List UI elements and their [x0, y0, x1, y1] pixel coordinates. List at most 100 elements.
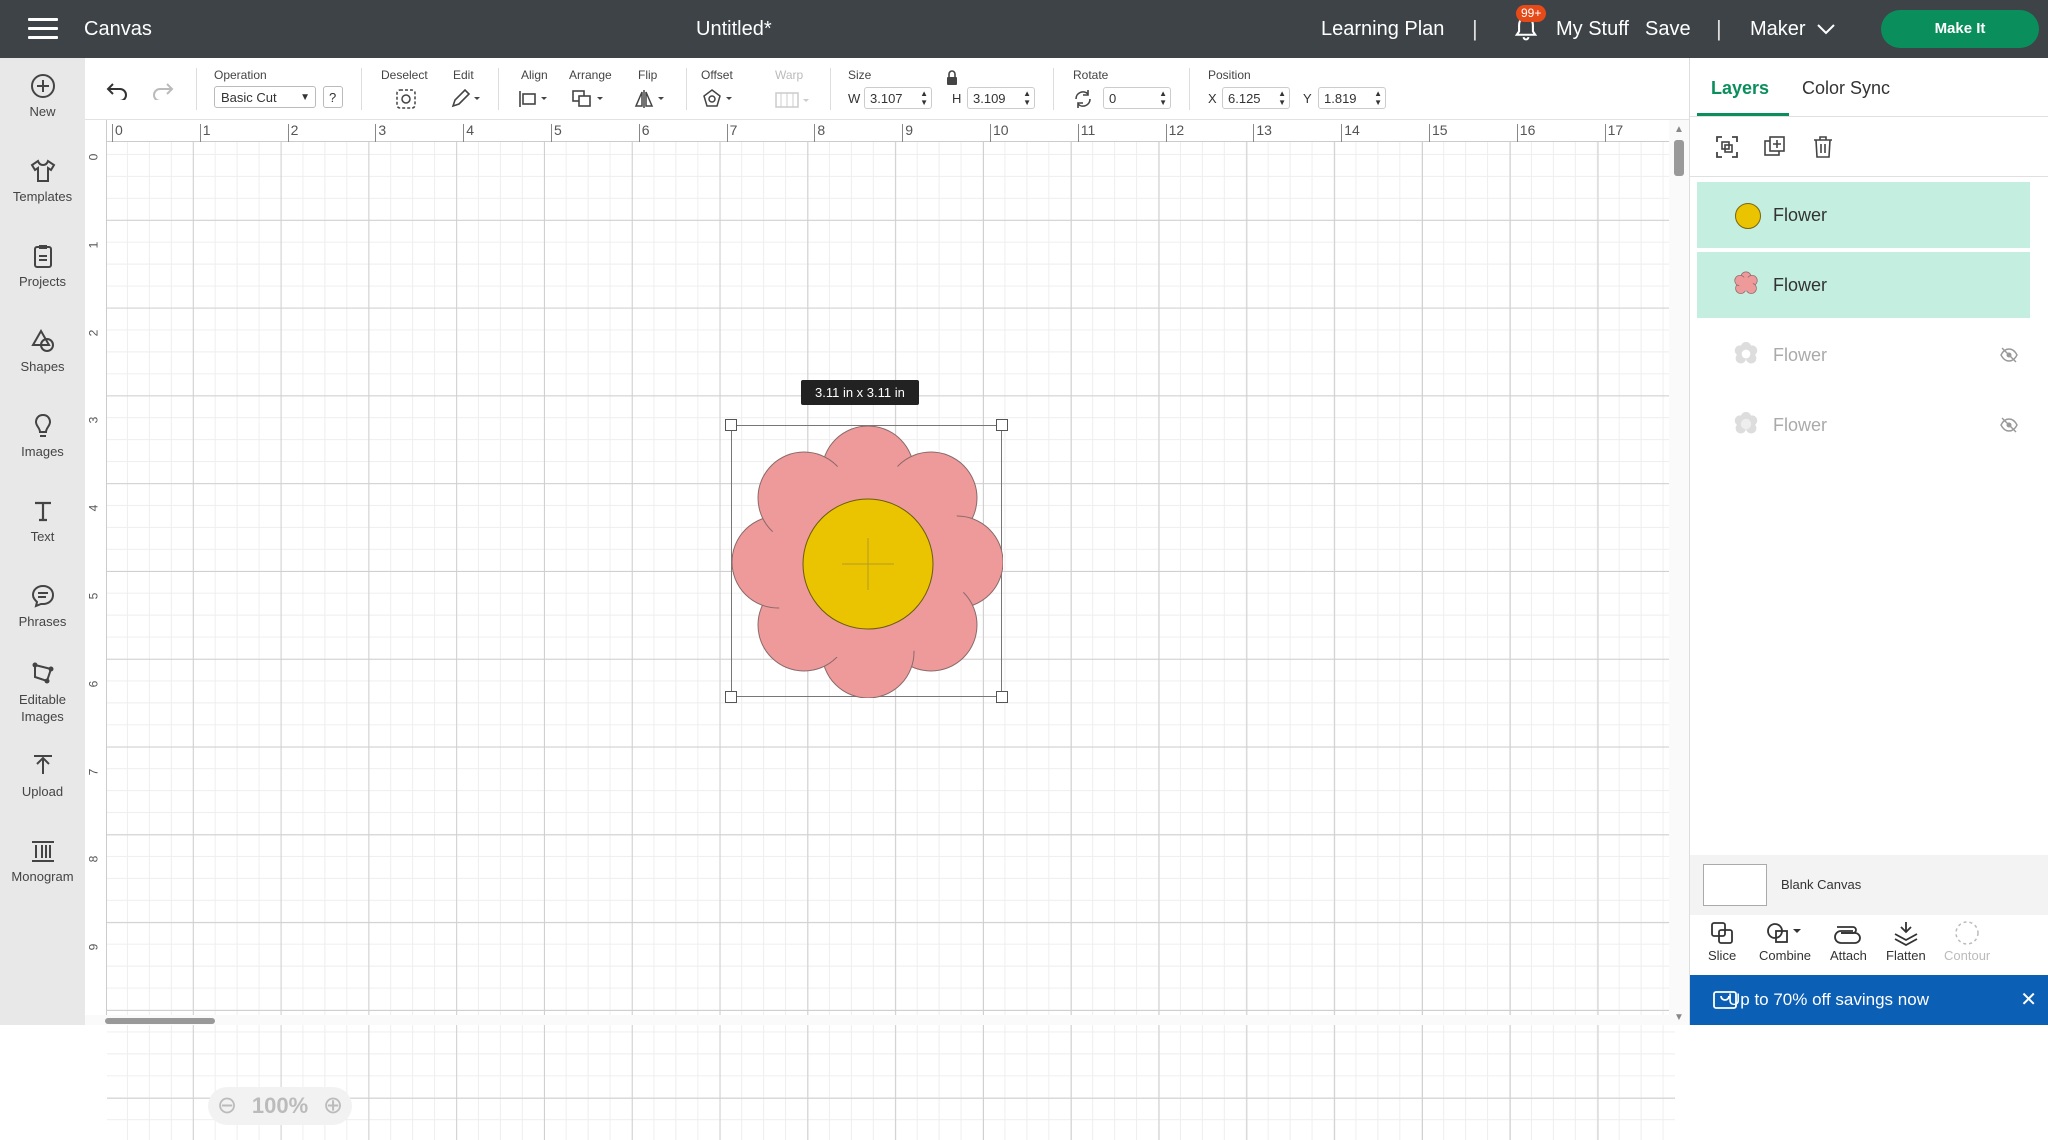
zoom-control[interactable]: ⊖ 100% ⊕ — [208, 1087, 352, 1125]
ruler-tick — [112, 124, 113, 142]
blank-canvas-row[interactable]: Blank Canvas — [1690, 855, 2048, 915]
redo-icon[interactable] — [151, 80, 175, 100]
layer-flower-swatch — [1734, 271, 1758, 294]
sidebar-item-shapes[interactable]: Shapes — [0, 327, 85, 374]
menu-icon[interactable] — [28, 18, 58, 40]
layer-item[interactable]: Flower — [1697, 182, 2030, 248]
sidebar-item-label: Editable Images — [19, 692, 66, 724]
ruler-x-label: 9 — [905, 122, 913, 138]
ruler-y-label: 4 — [86, 504, 101, 512]
rotate-input[interactable]: 0 ▲ ▼ — [1103, 87, 1171, 109]
ruler-x-label: 6 — [641, 122, 650, 138]
layer-item[interactable]: Flower — [1697, 252, 2030, 318]
rotate-icon[interactable] — [1072, 88, 1094, 110]
resize-handle[interactable] — [996, 419, 1008, 431]
ruler-x-label: 0 — [115, 122, 123, 138]
operation-select[interactable]: Basic Cut ▼ — [214, 86, 316, 108]
resize-handle[interactable] — [725, 691, 737, 703]
sidebar-item-templates[interactable]: Templates — [0, 157, 85, 204]
sidebar-item-label: Templates — [12, 189, 73, 204]
sidebar-item-upload[interactable]: Upload — [0, 752, 85, 799]
promo-text: Up to 70% off savings now — [1728, 990, 1929, 1009]
align-label: Align — [521, 68, 548, 82]
monogram-icon — [31, 841, 54, 862]
zoom-out-icon[interactable]: ⊖ — [214, 1087, 240, 1125]
y-input[interactable]: 1.819 ▲ ▼ — [1318, 87, 1386, 109]
resize-handle[interactable] — [996, 691, 1008, 703]
edit-pen-icon[interactable] — [449, 88, 483, 110]
offset-icon[interactable] — [701, 88, 737, 110]
selection-frame[interactable] — [725, 419, 1008, 703]
flower-shape[interactable] — [732, 426, 1003, 698]
lock-icon[interactable] — [945, 70, 959, 86]
ruler-tick — [287, 124, 289, 142]
divider: | — [1716, 16, 1722, 41]
duplicate-icon[interactable] — [1762, 134, 1788, 160]
rotate-value: 0 — [1109, 91, 1117, 106]
ruler-y-label: 1 — [86, 241, 101, 249]
trash-icon[interactable] — [1810, 134, 1836, 160]
combine-icon — [1767, 923, 1802, 943]
flip-icon[interactable] — [633, 88, 669, 110]
ruler-tick — [1253, 124, 1255, 142]
chevron-down-icon[interactable] — [1816, 22, 1836, 36]
height-input[interactable]: 3.109 ▲ ▼ — [967, 87, 1035, 109]
zoom-in-icon[interactable]: ⊕ — [320, 1087, 346, 1125]
undo-icon[interactable] — [105, 80, 129, 100]
vertical-scrollbar[interactable]: ▲ ▼ — [1669, 120, 1689, 1025]
learning-plan-link[interactable]: Learning Plan — [1321, 18, 1444, 41]
flatten-button[interactable]: Flatten — [1886, 920, 1926, 963]
make-it-button[interactable]: Make It — [1881, 10, 2039, 48]
tab-color-sync[interactable]: Color Sync — [1802, 78, 1890, 99]
shapes-icon — [30, 328, 54, 352]
x-input[interactable]: 6.125 ▲ ▼ — [1222, 87, 1290, 109]
my-stuff-link[interactable]: My Stuff — [1556, 18, 1629, 41]
save-button[interactable]: Save — [1645, 18, 1691, 41]
speech-icon — [31, 584, 54, 608]
ruler-tick — [551, 124, 552, 142]
deselect-icon[interactable] — [395, 88, 417, 110]
sidebar-item-new[interactable]: New — [0, 72, 85, 119]
ruler-tick — [814, 124, 816, 142]
attach-button[interactable]: Attach — [1830, 920, 1867, 963]
horizontal-scrollbar[interactable] — [85, 1015, 1669, 1025]
ruler-y-label: 9 — [86, 943, 101, 951]
resize-handle[interactable] — [725, 419, 737, 431]
width-input[interactable]: 3.107 ▲ ▼ — [864, 87, 932, 109]
sidebar-item-phrases[interactable]: Phrases — [0, 582, 85, 629]
combine-button[interactable]: Combine — [1759, 920, 1811, 963]
align-icon[interactable] — [517, 88, 551, 110]
arrange-icon[interactable] — [570, 88, 608, 110]
divider — [1189, 68, 1190, 110]
operation-label: Operation — [214, 68, 267, 82]
divider — [830, 68, 831, 110]
sidebar-item-editable-images[interactable]: Editable Images — [0, 659, 85, 725]
ruler-x-label: 14 — [1344, 122, 1360, 138]
ruler-tick — [1165, 124, 1167, 142]
machine-selector[interactable]: Maker — [1750, 18, 1806, 41]
group-icon[interactable] — [1714, 134, 1740, 160]
close-icon[interactable]: ✕ — [2020, 987, 2037, 1012]
sidebar-item-label: New — [29, 104, 56, 119]
ruler-x-label: 4 — [466, 122, 474, 138]
hidden-eye-icon[interactable] — [2000, 417, 2018, 433]
layers-panel: Layers Color Sync Flower Flower Flower F… — [1689, 58, 2048, 1025]
sidebar-item-monogram[interactable]: Monogram — [0, 837, 85, 884]
promo-banner[interactable]: Up to 70% off savings now ✕ — [1690, 975, 2048, 1025]
sidebar-item-projects[interactable]: Projects — [0, 242, 85, 289]
contour-label: Contour — [1944, 948, 1991, 963]
top-bar: Canvas Untitled* Learning Plan | 99+ My … — [0, 0, 2048, 58]
sidebar-item-text[interactable]: Text — [0, 497, 85, 544]
sidebar-item-images[interactable]: Images — [0, 412, 85, 459]
layer-item[interactable]: Flower — [1697, 322, 2030, 388]
slice-button[interactable]: Slice — [1708, 920, 1736, 963]
ruler-x-label: 17 — [1607, 122, 1624, 138]
tab-layers[interactable]: Layers — [1711, 78, 1769, 99]
hidden-eye-icon[interactable] — [2000, 347, 2018, 363]
combine-label: Combine — [1759, 948, 1812, 963]
layer-item[interactable]: Flower — [1697, 392, 2030, 458]
help-button[interactable]: ? — [323, 86, 343, 108]
layer-name: Flower — [1773, 205, 1828, 225]
design-canvas[interactable]: 0 1 2 3 4 5 6 7 8 9 10 11 12 13 14 15 16 17 0123456789 3.… — [85, 120, 1689, 1140]
blank-canvas-swatch[interactable] — [1703, 864, 1767, 906]
